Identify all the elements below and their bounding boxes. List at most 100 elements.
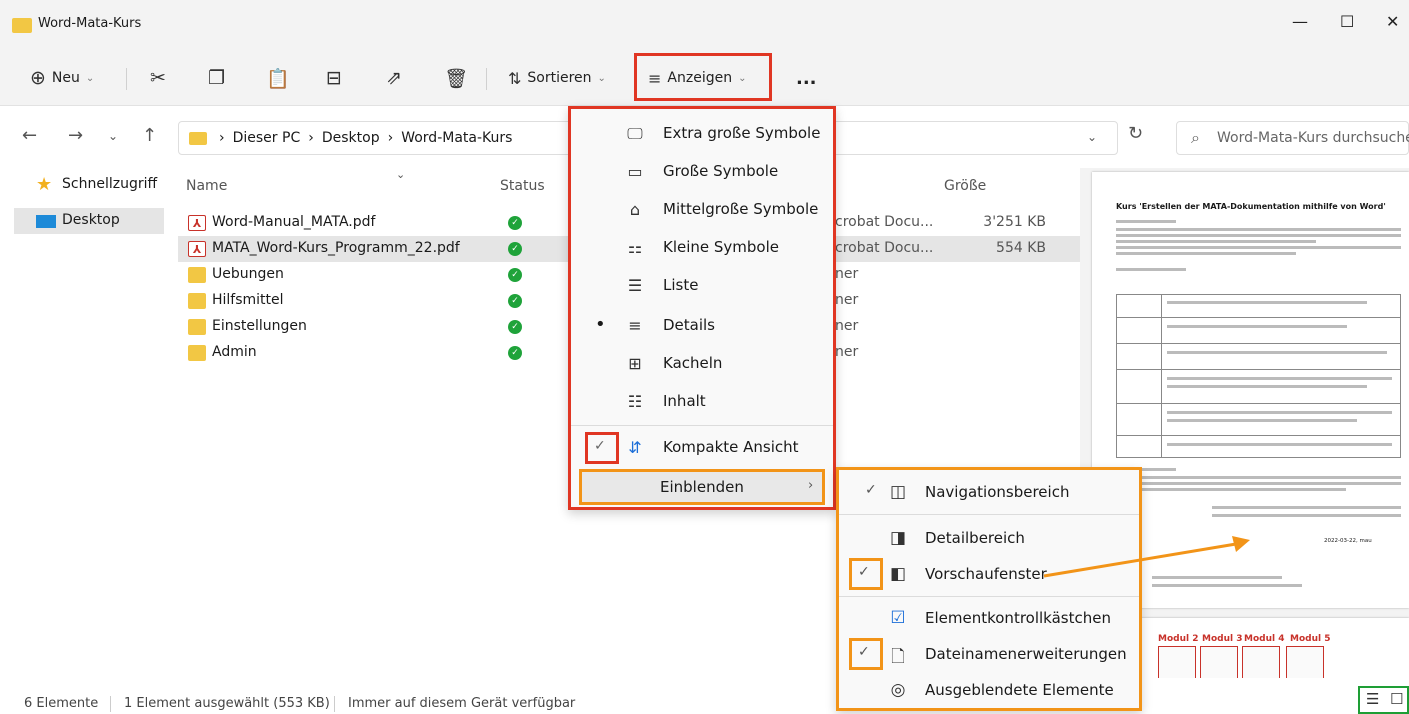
- breadcrumb-separator: ›: [387, 130, 394, 146]
- text-line: [1116, 246, 1401, 249]
- checkmark-highlight: ✓: [585, 432, 619, 464]
- folder-icon: [12, 18, 32, 33]
- sidebar-item-desktop[interactable]: Desktop: [14, 208, 164, 234]
- forward-arrow-icon[interactable]: →: [68, 125, 83, 146]
- more-button[interactable]: ...: [796, 64, 817, 92]
- chevron-down-icon[interactable]: ⌄: [108, 129, 118, 143]
- menu-item-content[interactable]: ☷ Inhalt: [579, 385, 825, 419]
- pdf-icon: ⅄: [188, 241, 206, 257]
- cut-button[interactable]: ✂: [150, 64, 166, 92]
- checkmark-highlight: ✓: [849, 558, 883, 590]
- menu-item-compact-view[interactable]: ✓ ⇵ Kompakte Ansicht: [579, 431, 825, 465]
- file-size: 3'251 KB: [983, 214, 1046, 230]
- paste-button[interactable]: 📋: [266, 64, 290, 92]
- text-line: [1116, 220, 1176, 223]
- search-placeholder: Word-Mata-Kurs durchsuchen: [1217, 130, 1409, 146]
- menu-item-tiles[interactable]: ⊞ Kacheln: [579, 347, 825, 381]
- module-label: Modul 5: [1290, 634, 1331, 644]
- submenu-item-navigation-pane[interactable]: ✓ ◫ Navigationsbereich: [845, 476, 1135, 510]
- close-button[interactable]: ✕: [1386, 12, 1399, 31]
- sort-arrows-icon: ⇅: [508, 68, 522, 88]
- menu-item-medium-icons[interactable]: ⌂ Mittelgroße Symbole: [579, 193, 825, 227]
- table-divider: [1117, 343, 1400, 344]
- refresh-icon[interactable]: ↻: [1128, 123, 1143, 144]
- menu-item-show[interactable]: Einblenden ›: [579, 469, 825, 505]
- eye-icon: ◎: [890, 680, 906, 700]
- monitor-icon: ▭: [627, 162, 643, 181]
- column-header-status[interactable]: Status: [500, 178, 545, 194]
- search-input[interactable]: ⌕ Word-Mata-Kurs durchsuchen: [1176, 121, 1409, 155]
- navigation-pane: ★ Schnellzugriff Desktop: [0, 168, 168, 678]
- sync-ok-icon: ✓: [508, 268, 522, 282]
- sync-ok-icon: ✓: [508, 242, 522, 256]
- column-header-size[interactable]: Größe: [944, 178, 986, 194]
- checkmark-icon: ✓: [865, 482, 877, 498]
- submenu-item-hidden-items[interactable]: ◎ Ausgeblendete Elemente: [845, 674, 1135, 708]
- back-arrow-icon[interactable]: ←: [22, 125, 37, 146]
- module-box: [1200, 646, 1238, 678]
- preview-pane-icon: ◧: [889, 564, 907, 584]
- submenu-item-item-checkboxes[interactable]: ☑ Elementkontrollkästchen: [845, 602, 1135, 636]
- table-divider: [1117, 403, 1400, 404]
- grid-icon: ⚏: [627, 238, 643, 257]
- file-name: Word-Manual_MATA.pdf: [212, 214, 376, 230]
- menu-item-label: Kleine Symbole: [663, 238, 780, 256]
- menu-item-list[interactable]: ☰ Liste: [579, 269, 825, 303]
- folder-icon: [188, 267, 206, 283]
- submenu-item-file-extensions[interactable]: ✓ 🗋 Dateinamenerweiterungen: [845, 638, 1135, 672]
- sidebar-item-quick-access[interactable]: ★ Schnellzugriff: [14, 172, 164, 198]
- file-type: ner: [835, 344, 859, 360]
- clipboard-icon: 📋: [266, 67, 290, 90]
- up-arrow-icon[interactable]: ↑: [142, 125, 157, 146]
- desktop-icon: [36, 215, 56, 228]
- file-type: crobat Docu...: [835, 214, 934, 230]
- text-line: [1116, 234, 1401, 237]
- rename-button[interactable]: ⊟: [326, 64, 342, 92]
- submenu-item-label: Elementkontrollkästchen: [925, 609, 1111, 627]
- module-label: Modul 3: [1202, 634, 1243, 644]
- sync-ok-icon: ✓: [508, 320, 522, 334]
- checkmark-icon: ✓: [858, 644, 870, 660]
- copy-button[interactable]: ❐: [208, 64, 225, 92]
- details-view-icon[interactable]: ☰: [1366, 690, 1379, 708]
- menu-item-extra-large-icons[interactable]: 🖵 Extra große Symbole: [579, 117, 825, 151]
- column-header-name[interactable]: Name: [186, 178, 227, 194]
- module-box: [1242, 646, 1280, 678]
- menu-item-details[interactable]: • ≡ Details: [579, 309, 825, 343]
- menu-item-large-icons[interactable]: ▭ Große Symbole: [579, 155, 825, 189]
- new-button[interactable]: ⊕ Neu ⌄: [30, 64, 94, 92]
- rename-icon: ⊟: [326, 67, 342, 89]
- breadcrumb-desktop[interactable]: Desktop: [322, 130, 380, 146]
- text-line: [1167, 385, 1367, 388]
- menu-item-small-icons[interactable]: ⚏ Kleine Symbole: [579, 231, 825, 265]
- list-icon: ☰: [627, 276, 643, 295]
- file-name: Uebungen: [212, 266, 284, 282]
- large-icons-view-icon[interactable]: ☐: [1390, 690, 1403, 708]
- maximize-button[interactable]: ☐: [1340, 12, 1354, 31]
- preview-table: [1116, 294, 1401, 458]
- breadcrumb-current[interactable]: Word-Mata-Kurs: [401, 130, 512, 146]
- minimize-button[interactable]: —: [1292, 12, 1308, 31]
- delete-button[interactable]: 🗑: [444, 64, 468, 92]
- breadcrumb-this-pc[interactable]: Dieser PC: [233, 130, 301, 146]
- submenu-item-label: Vorschaufenster: [925, 565, 1047, 583]
- file-size: 554 KB: [996, 240, 1046, 256]
- share-button[interactable]: ⇗: [386, 64, 402, 92]
- text-line: [1212, 514, 1401, 517]
- text-line: [1212, 506, 1401, 509]
- chevron-down-icon[interactable]: ⌄: [1087, 130, 1097, 144]
- sort-indicator-icon: ⌄: [396, 168, 406, 181]
- menu-item-label: Kacheln: [663, 354, 723, 372]
- table-divider: [1117, 369, 1400, 370]
- folder-icon: [188, 345, 206, 361]
- selected-dot-icon: •: [595, 314, 606, 335]
- module-box: [1158, 646, 1196, 678]
- breadcrumb: › Dieser PC › Desktop › Word-Mata-Kurs: [219, 130, 512, 146]
- folder-icon: [188, 319, 206, 335]
- menu-item-label: Details: [663, 316, 716, 334]
- breadcrumb-separator: ›: [308, 130, 314, 146]
- menu-item-label: Kompakte Ansicht: [663, 438, 799, 456]
- sort-button[interactable]: ⇅ Sortieren ⌄: [508, 64, 606, 92]
- annotation-arrow: [1043, 536, 1250, 578]
- text-line: [1116, 240, 1316, 243]
